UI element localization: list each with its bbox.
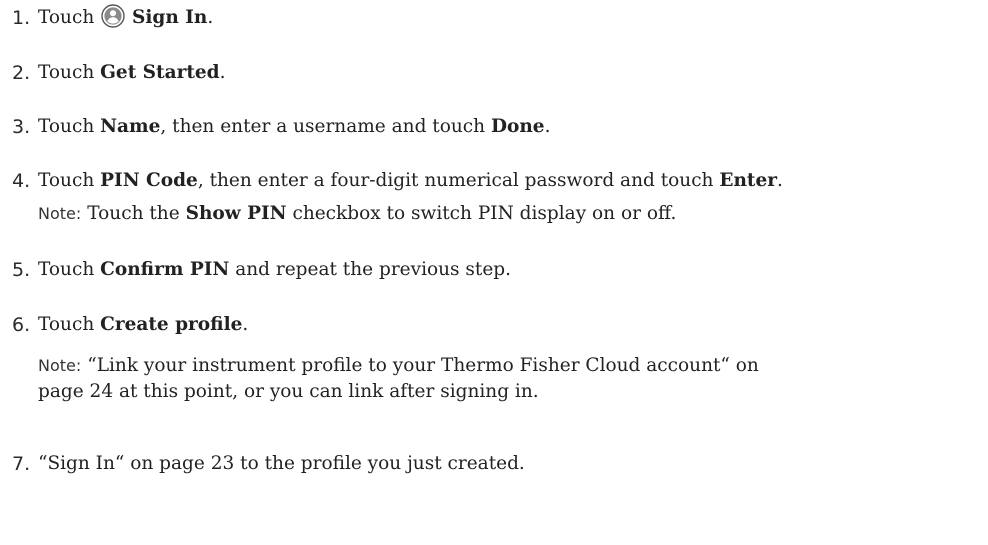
- note-show-pin: Note: Touch the Show PIN checkbox to swit…: [38, 201, 938, 227]
- step-3: 3. Touch Name, then enter a username and…: [0, 112, 960, 142]
- step-text: Touch Name, then enter a username and to…: [38, 112, 550, 142]
- step-7: 7. “Sign In“ on page 23 to the profile y…: [0, 449, 960, 479]
- step-text-bold: Name: [100, 116, 161, 137]
- step-text: Touch PIN Code, then enter a four-digit …: [38, 166, 783, 196]
- note-text-pre: Touch the: [87, 203, 180, 224]
- step-number: 3.: [12, 116, 31, 138]
- step-text-bold: Sign In: [132, 7, 208, 28]
- step-text-pre: Touch: [38, 7, 95, 28]
- step-text-mid: , then enter a four-digit numerical pass…: [197, 170, 714, 191]
- step-text: Touch Confirm PIN and repeat the previou…: [38, 255, 511, 285]
- step-text-pre: Touch: [38, 170, 95, 191]
- note-text-bold: Show PIN: [185, 203, 287, 224]
- step-4: 4. Touch PIN Code, then enter a four-dig…: [0, 166, 960, 196]
- step-text-bold: Create profile: [100, 314, 243, 335]
- step-number: 1.: [12, 7, 31, 29]
- step-text-pre: Touch: [38, 259, 95, 280]
- step-1: 1. Touch Sign In.: [0, 3, 960, 33]
- step-number: 2.: [12, 62, 31, 84]
- step-5: 5. Touch Confirm PIN and repeat the prev…: [0, 255, 960, 285]
- note-link-text[interactable]: “Link your instrument profile to your Th…: [87, 355, 759, 376]
- step-text-post: .: [242, 314, 249, 335]
- step-2: 2. Touch Get Started.: [0, 58, 960, 88]
- step-number: 6.: [12, 314, 31, 336]
- step-text: Touch Get Started.: [38, 58, 225, 88]
- step-text-mid: , then enter a username and touch: [160, 116, 486, 137]
- step-text-post: .: [207, 7, 214, 28]
- step-number: 5.: [12, 259, 31, 281]
- note-label: Note:: [38, 356, 82, 375]
- step-text-pre: Touch: [38, 116, 95, 137]
- step-text-link[interactable]: “Sign In“ on page 23 to the profile you …: [38, 449, 525, 479]
- step-number: 4.: [12, 170, 31, 192]
- step-text-bold: Get Started: [100, 62, 220, 83]
- note-label: Note:: [38, 204, 82, 223]
- note-link-cloud: Note: “Link your instrument profile to yo…: [38, 353, 938, 405]
- step-text: Touch Create profile.: [38, 310, 248, 340]
- step-text-bold-2: Enter: [719, 170, 777, 191]
- note-line-2: page 24 at this point, or you can link a…: [38, 381, 539, 402]
- step-text-post: .: [219, 62, 226, 83]
- note-text-post: checkbox to switch PIN display on or off…: [286, 203, 677, 224]
- step-text-post: .: [544, 116, 551, 137]
- step-text-pre: Touch: [38, 314, 95, 335]
- note-line-1: Note: “Link your instrument profile to yo…: [38, 353, 938, 379]
- user-circle-icon: [101, 4, 125, 28]
- step-text-post: .: [777, 170, 783, 191]
- step-number: 7.: [12, 453, 31, 475]
- step-text-bold: Confirm PIN: [100, 259, 230, 280]
- step-text-bold: PIN Code: [100, 170, 198, 191]
- step-text: Touch Sign In.: [38, 3, 213, 33]
- step-text-pre: Touch: [38, 62, 95, 83]
- step-text-bold-2: Done: [490, 116, 545, 137]
- step-text-post: and repeat the previous step.: [229, 259, 512, 280]
- step-6: 6. Touch Create profile.: [0, 310, 960, 340]
